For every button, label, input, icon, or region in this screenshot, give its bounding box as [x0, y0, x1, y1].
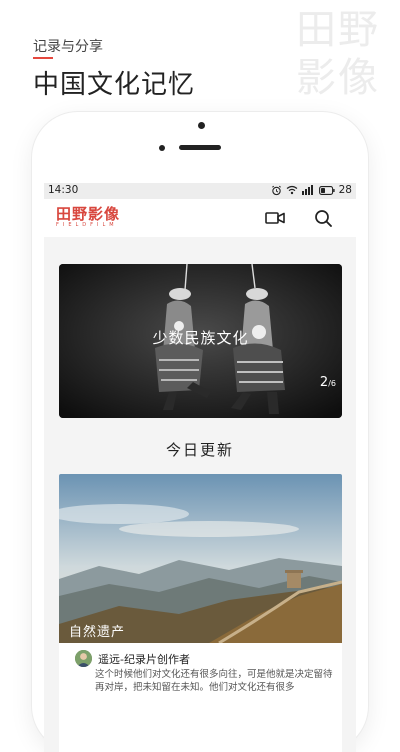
- app-bar: 田野影像 FIELDFILM: [44, 199, 356, 237]
- banner-pagination: 2/6: [320, 375, 336, 390]
- search-button[interactable]: [312, 207, 334, 229]
- featured-banner[interactable]: 少数民族文化 2/6: [59, 264, 342, 418]
- avatar[interactable]: [75, 650, 92, 667]
- hero-accent-line: [33, 57, 53, 59]
- hero-title: 中国文化记忆: [33, 70, 196, 100]
- avatar-image: [75, 650, 92, 667]
- feed-card[interactable]: 自然遗产 遥远-纪录片创作者 这个时候他们对文化还有很多向往，可是他就是决定留待…: [59, 474, 342, 752]
- feed-content: 少数民族文化 2/6 今日更新 自然遗产 遥远-纪录片创作者 这个时候他们对文化…: [44, 237, 356, 752]
- phone-screen: 14:30 28 田野影像 FIELDFILM 少数民族文化 2/6 今日更新 …: [44, 183, 356, 752]
- author-row[interactable]: 遥远-纪录片创作者: [75, 650, 190, 667]
- card-photo: [59, 474, 342, 643]
- wifi-icon: [286, 185, 297, 195]
- alarm-icon: [271, 185, 281, 195]
- banner-total-pages: /6: [328, 379, 336, 388]
- video-icon: [265, 212, 285, 224]
- section-title: 今日更新: [165, 441, 234, 459]
- search-icon: [315, 210, 332, 227]
- proximity-sensor: [159, 145, 165, 151]
- card-category-badge: 自然遗产: [69, 625, 126, 640]
- hero-subtitle: 记录与分享: [33, 39, 103, 55]
- status-time: 14:30: [48, 184, 79, 196]
- earpiece-speaker: [179, 145, 221, 150]
- battery-icon: [318, 185, 335, 195]
- logo-subtext: FIELDFILM: [56, 222, 118, 228]
- video-button[interactable]: [264, 208, 286, 228]
- phone-frame: 14:30 28 田野影像 FIELDFILM 少数民族文化 2/6 今日更新 …: [32, 112, 368, 752]
- front-camera: [198, 122, 205, 129]
- card-description: 这个时候他们对文化还有很多向往，可是他就是决定留待再对岸，把未知留在未知。他们对…: [95, 669, 333, 693]
- signal-icon: [301, 185, 313, 195]
- logo-text: 田野影像: [56, 205, 121, 223]
- banner-title: 少数民族文化: [152, 329, 249, 347]
- battery-level: 28: [338, 184, 352, 196]
- status-bar: 14:30 28: [44, 183, 356, 199]
- app-logo[interactable]: 田野影像 FIELDFILM: [56, 206, 120, 229]
- author-name[interactable]: 遥远-纪录片创作者: [98, 651, 190, 667]
- watermark: 田野影像: [296, 7, 380, 101]
- banner-current-page: 2: [319, 375, 329, 390]
